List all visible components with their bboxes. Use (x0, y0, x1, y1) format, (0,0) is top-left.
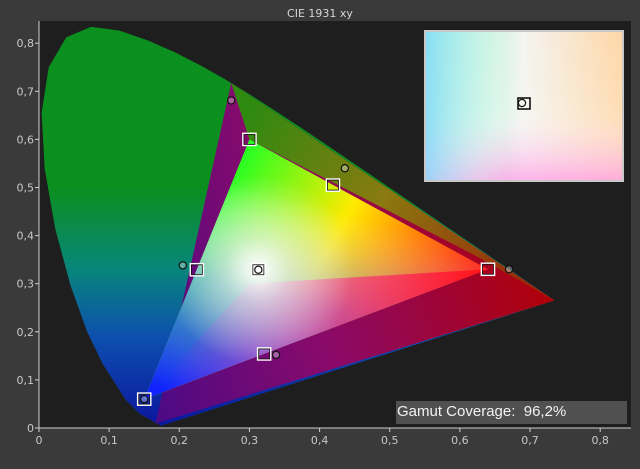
y-tick-label: 0,3 (17, 278, 35, 291)
y-tick-label: 0,1 (17, 374, 35, 387)
measured-point (140, 394, 149, 404)
x-tick-label: 0,1 (100, 434, 118, 447)
measured-point (340, 164, 350, 173)
whitepoint-inset (424, 30, 624, 182)
x-tick-label: 0,4 (311, 434, 329, 447)
x-tick-label: 0,2 (171, 434, 189, 447)
y-tick-label: 0,7 (17, 85, 35, 98)
measured-point (227, 96, 236, 105)
measured-point (504, 265, 514, 274)
inset-measured-marker (517, 98, 527, 108)
y-tick-label: 0,6 (17, 133, 35, 146)
y-tick-label: 0,4 (17, 230, 35, 243)
gamut-coverage-label: Gamut Coverage: 96,2% (397, 403, 567, 420)
x-tick-label: 0,8 (591, 434, 609, 447)
measured-point (271, 350, 281, 360)
x-tick-label: 0,7 (521, 434, 539, 447)
x-tick-label: 0,6 (451, 434, 469, 447)
measured-point (254, 265, 263, 274)
y-tick-label: 0 (27, 422, 34, 435)
y-tick-label: 0,2 (17, 326, 35, 339)
x-tick-label: 0 (36, 434, 43, 447)
x-tick-label: 0,3 (241, 434, 259, 447)
measured-point (178, 261, 188, 270)
y-tick-label: 0,8 (17, 37, 35, 50)
cie-chart: 0 0,1 0,2 0,3 0,4 0,5 0,6 0,7 0,8 0 0,1 0,2 0,3 0,4 0,… (17, 21, 631, 447)
y-tick-label: 0,5 (17, 182, 35, 195)
x-tick-label: 0,5 (381, 434, 399, 447)
